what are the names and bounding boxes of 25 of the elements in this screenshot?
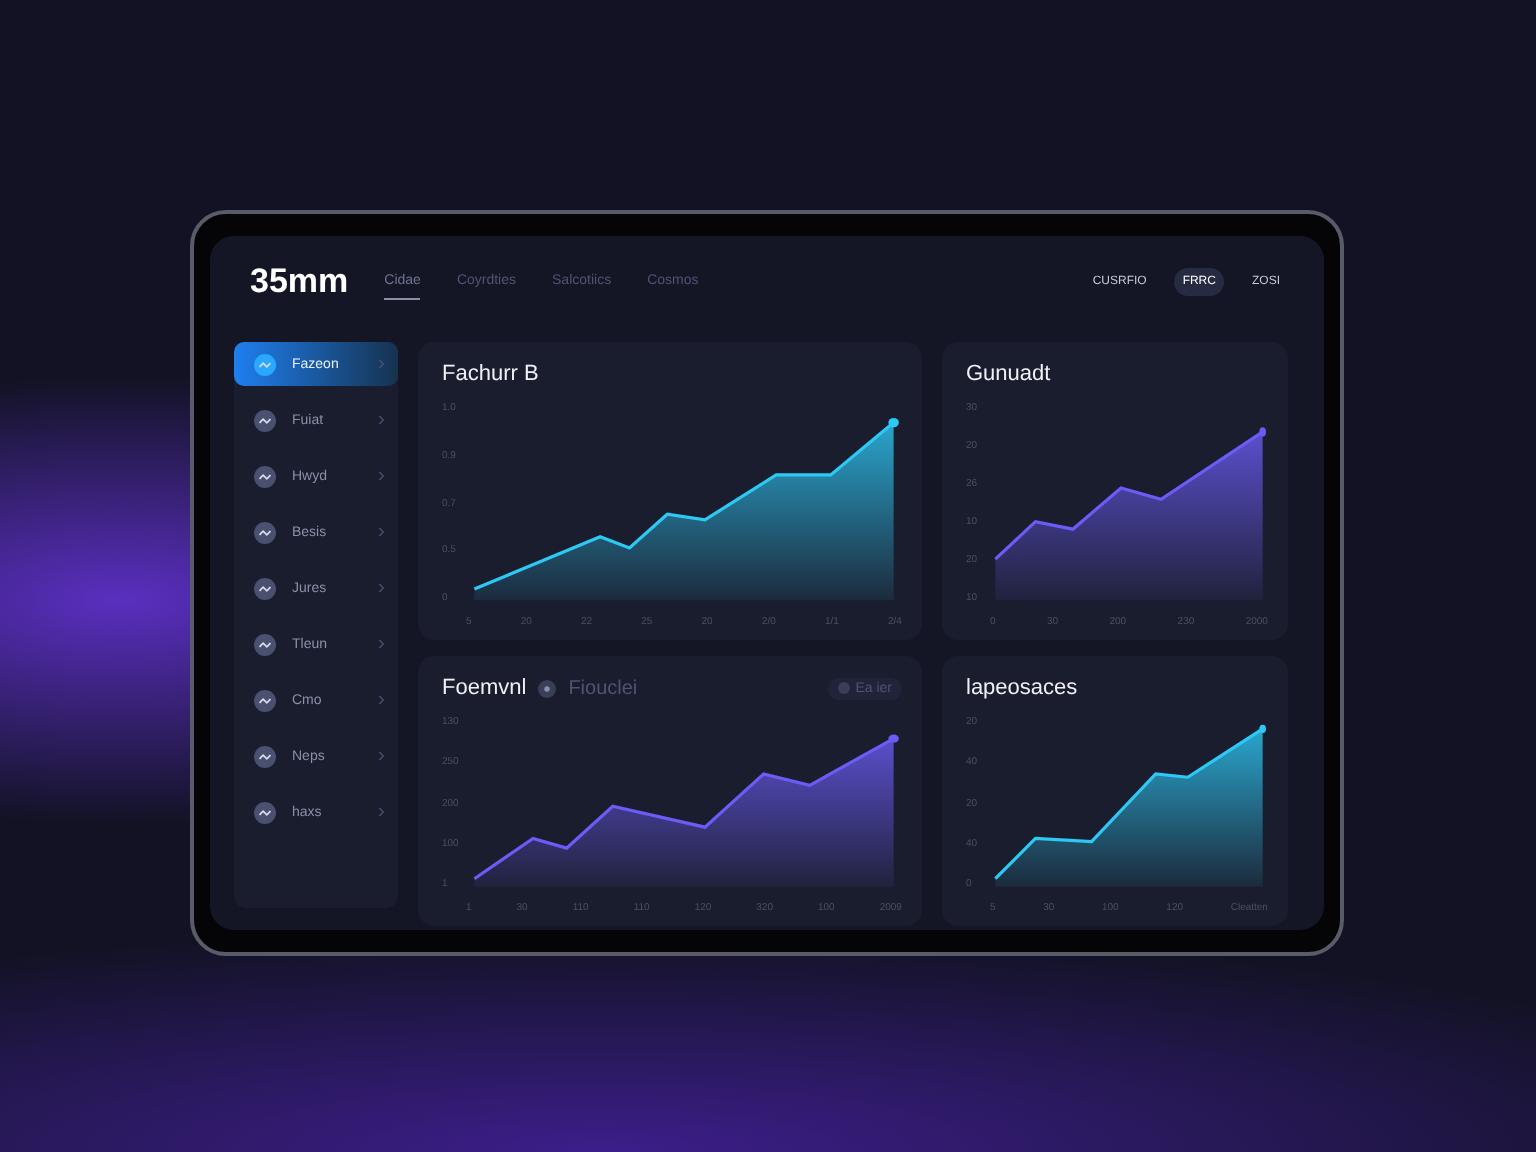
chevron-icon — [378, 638, 386, 650]
chevron-icon — [378, 750, 386, 762]
chevron-icon — [378, 806, 386, 818]
circle-icon — [254, 521, 276, 543]
circle-icon — [254, 409, 276, 431]
chevron-icon — [378, 694, 386, 706]
circle-icon — [254, 465, 276, 487]
app-logo: 35mm — [250, 262, 349, 302]
chart-title: lapeosaces — [966, 676, 1078, 700]
dot-icon — [538, 679, 557, 697]
circle-icon — [254, 577, 276, 599]
chevron-icon — [378, 358, 386, 370]
circle-icon — [254, 633, 276, 655]
wave-icon — [254, 353, 276, 375]
chart-title: Foemvnl — [442, 676, 527, 700]
chart-title: Fachurr B — [442, 362, 539, 386]
circle-icon — [254, 801, 276, 823]
circle-icon — [254, 689, 276, 711]
chevron-icon — [378, 582, 386, 594]
chevron-icon — [378, 414, 386, 426]
chevron-icon — [378, 470, 386, 482]
chevron-icon — [378, 526, 386, 538]
chart-subtitle: Fiouclei — [568, 677, 640, 699]
chart-title: Gunuadt — [966, 362, 1051, 386]
circle-icon — [254, 745, 276, 767]
